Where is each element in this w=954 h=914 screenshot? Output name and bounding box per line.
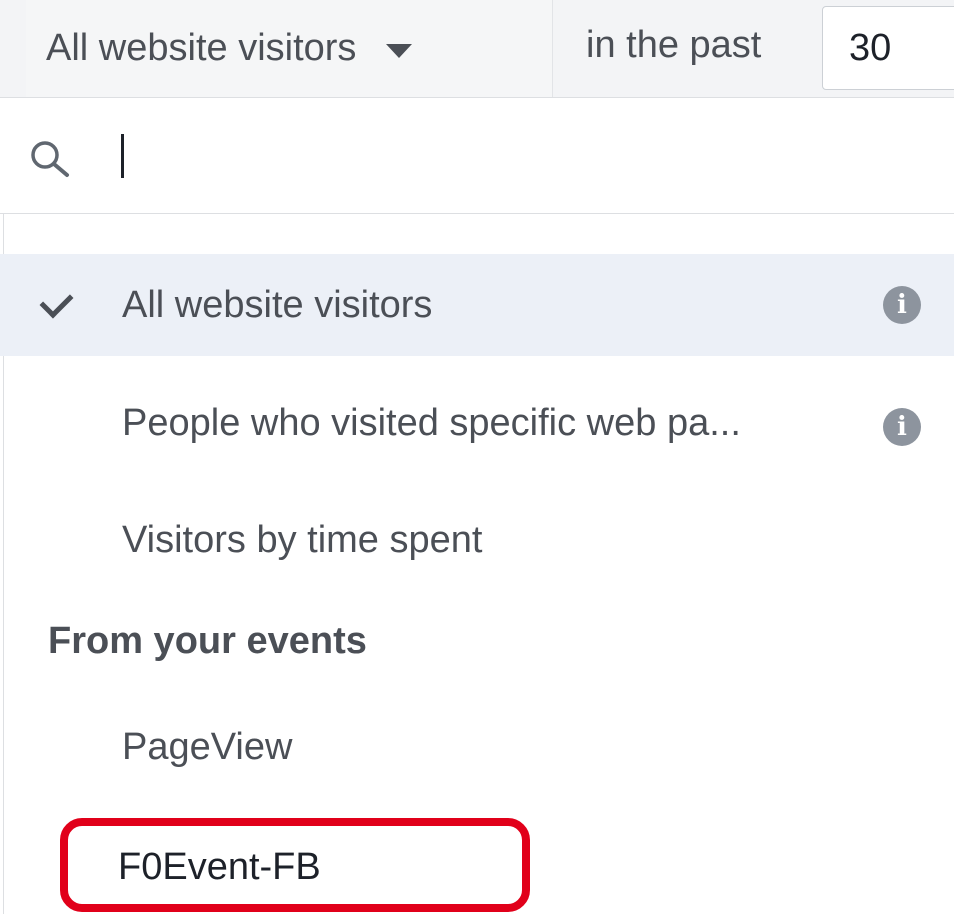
audience-type-dropdown-label: All website visitors (46, 27, 357, 69)
info-circle-icon[interactable]: i (883, 408, 921, 446)
search-field[interactable] (0, 98, 954, 214)
menu-item-label: PageView (122, 726, 293, 768)
audience-type-dropdown[interactable]: All website visitors (26, 0, 553, 97)
audience-filter-bar: All website visitors in the past 30 (0, 0, 954, 98)
section-header-events: From your events (48, 620, 367, 662)
menu-item-label: Visitors by time spent (122, 519, 483, 561)
menu-item-specific-web-pages[interactable]: People who visited specific web pa... i (0, 372, 954, 474)
menu-item-all-website-visitors[interactable]: All website visitors i (0, 254, 954, 356)
menu-item-time-spent[interactable]: Visitors by time spent (0, 490, 954, 592)
menu-item-pageview[interactable]: PageView (0, 698, 954, 800)
highlight-box (60, 818, 530, 912)
menu-item-label: People who visited specific web pa... (122, 402, 741, 444)
caret-down-icon (386, 43, 413, 58)
info-circle-icon[interactable]: i (883, 286, 921, 324)
menu-item-label: All website visitors (122, 284, 433, 326)
checkmark-icon (39, 284, 74, 319)
search-icon (31, 141, 69, 177)
in-the-past-label: in the past (586, 24, 762, 66)
text-cursor (121, 134, 124, 178)
days-input[interactable]: 30 (822, 6, 954, 90)
